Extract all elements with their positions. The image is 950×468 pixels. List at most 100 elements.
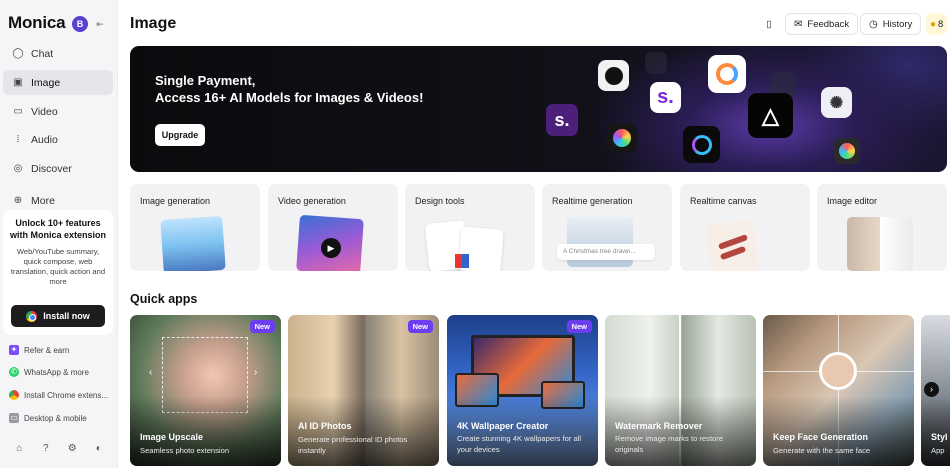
settings-icon[interactable]: ⚙ [65, 442, 79, 456]
tool-card-image-editor[interactable]: Image editor [817, 184, 947, 271]
tool-label: Design tools [415, 196, 465, 206]
model-logo-icon [607, 123, 637, 153]
upgrade-banner[interactable]: Single Payment, Access 16+ AI Models for… [130, 46, 947, 172]
gift-icon: ✦ [9, 345, 19, 355]
refer-earn-link[interactable]: ✦ Refer & earn [9, 345, 69, 355]
quick-app-desc: Generate with the same face [773, 446, 871, 455]
tool-label: Realtime canvas [690, 196, 757, 206]
nav-item-image[interactable]: ▣ Image [3, 70, 113, 95]
card-overlay [605, 396, 756, 466]
clock-icon: ◷ [869, 18, 878, 30]
brand-logo: Monica [8, 13, 66, 32]
nav-item-video[interactable]: ▭ Video [3, 99, 113, 124]
model-logo-icon [708, 55, 746, 93]
model-logo-icon: ✺ [821, 87, 852, 118]
history-button[interactable]: ◷ History [860, 13, 922, 35]
portrait-edit-image [847, 217, 913, 271]
theme-toggle-icon[interactable]: ◐ [92, 442, 106, 456]
nav-label: More [31, 194, 55, 207]
nav-item-audio[interactable]: ⦙ Audio [3, 127, 113, 152]
tool-card-realtime-canvas[interactable]: Realtime canvas [680, 184, 810, 271]
model-logo-icon: △ [748, 93, 793, 138]
install-now-button[interactable]: Install now [11, 305, 105, 327]
feedback-label: Feedback [807, 18, 850, 30]
help-icon[interactable]: ? [39, 442, 53, 456]
quick-app-watermark-remover[interactable]: Watermark Remover Remove image marks to … [605, 315, 756, 466]
link-label: WhatsApp & more [24, 367, 89, 377]
prompt-preview: A Christmas tree drawn... [557, 244, 655, 260]
upgrade-button[interactable]: Upgrade [155, 124, 205, 146]
mobile-icon[interactable]: ▯ [758, 13, 780, 35]
quick-app-ai-id-photos[interactable]: New AI ID Photos Generate professional I… [288, 315, 439, 466]
model-logo-icon [645, 52, 667, 74]
install-chrome-link[interactable]: Install Chrome extens... [9, 390, 108, 400]
sidebar: Monica B ⇤ ◯ Chat ▣ Image ▭ Video ⦙ Audi… [0, 0, 118, 468]
desktop-mobile-link[interactable]: ▭ Desktop & mobile [9, 413, 87, 423]
collapse-sidebar-icon[interactable]: ⇤ [93, 17, 107, 31]
quick-app-title: AI ID Photos [298, 421, 352, 431]
link-label: Refer & earn [24, 345, 70, 355]
feedback-button[interactable]: ✉ Feedback [785, 13, 859, 35]
banner-subheadline: Access 16+ AI Models for Images & Videos… [155, 90, 424, 105]
new-badge: New [566, 320, 592, 333]
quick-app-title: Image Upscale [140, 432, 204, 442]
quick-apps-title: Quick apps [130, 292, 198, 306]
model-logo-icon [834, 138, 860, 164]
model-logo-icon: s. [546, 104, 578, 136]
tool-label: Image editor [827, 196, 878, 206]
tool-card-video-generation[interactable]: Video generation ▶ [268, 184, 398, 271]
link-label: Desktop & mobile [24, 413, 87, 423]
tool-card-image-generation[interactable]: Image generation [130, 184, 260, 271]
whatsapp-link[interactable]: ✆ WhatsApp & more [9, 367, 89, 377]
tool-label: Image generation [140, 196, 211, 206]
install-label: Install now [43, 311, 90, 321]
avatar[interactable]: B [72, 16, 88, 32]
link-label: Install Chrome extens... [24, 390, 109, 400]
nav-label: Audio [31, 133, 58, 146]
new-badge: New [407, 320, 433, 333]
model-logo-icon [598, 60, 629, 91]
quick-app-desc: Create stunning 4K wallpapers for all yo… [457, 434, 582, 454]
nav-label: Video [31, 105, 58, 118]
credits-badge[interactable]: ● 8 [926, 13, 948, 35]
app-root: Monica B ⇤ ◯ Chat ▣ Image ▭ Video ⦙ Audi… [0, 0, 950, 468]
model-logo-icon: s. [650, 82, 681, 113]
image-icon: ▣ [13, 76, 23, 88]
nav-label: Chat [31, 47, 54, 60]
sidebar-footer: ⌂ ? ⚙ ◐ [0, 442, 118, 462]
quick-app-image-upscale[interactable]: ‹ › New Image Upscale Seamless photo ext… [130, 315, 281, 466]
nav-item-chat[interactable]: ◯ Chat [3, 41, 113, 66]
chevron-right-icon: › [254, 367, 258, 378]
model-logo-icon [683, 126, 720, 163]
tool-card-design-tools[interactable]: Design tools [405, 184, 535, 271]
tool-label: Realtime generation [552, 196, 633, 206]
page-title: Image [130, 15, 177, 32]
scroll-right-icon[interactable]: › [924, 382, 939, 397]
nav-label: Image [31, 76, 61, 89]
whatsapp-icon: ✆ [9, 367, 19, 377]
tool-label: Video generation [278, 196, 346, 206]
compass-icon: ◎ [13, 162, 23, 174]
promo-title: Unlock 10+ features with Monica extensio… [9, 218, 106, 240]
chevron-left-icon: ‹ [149, 367, 153, 378]
quick-app-desc: Remove image marks to restore originals [615, 434, 724, 454]
tool-card-realtime-generation[interactable]: Realtime generation A Christmas tree dra… [542, 184, 672, 271]
history-label: History [882, 18, 913, 30]
coin-icon: ● [930, 18, 937, 30]
quick-app-title: Watermark Remover [615, 421, 703, 431]
chrome-icon [9, 390, 19, 400]
quick-app-desc: Seamless photo extension [140, 446, 230, 455]
quick-app-4k-wallpaper-creator[interactable]: New 4K Wallpaper Creator Create stunning… [447, 315, 598, 466]
desktop-icon: ▭ [9, 413, 19, 423]
card-overlay [447, 396, 598, 466]
quick-app-title: Keep Face Generation [773, 432, 869, 442]
quick-app-keep-face-generation[interactable]: Keep Face Generation Generate with the s… [763, 315, 914, 466]
design-swatch-icon [455, 254, 469, 268]
chrome-icon [26, 310, 38, 322]
promo-desc: Web/YouTube summary, quick compose, web … [10, 247, 106, 286]
chat-icon: ◯ [12, 47, 24, 59]
home-icon[interactable]: ⌂ [12, 442, 26, 456]
quick-app-title: Styl [931, 432, 948, 442]
nav-item-discover[interactable]: ◎ Discover [3, 156, 113, 181]
bus-illustration-image [160, 215, 226, 271]
